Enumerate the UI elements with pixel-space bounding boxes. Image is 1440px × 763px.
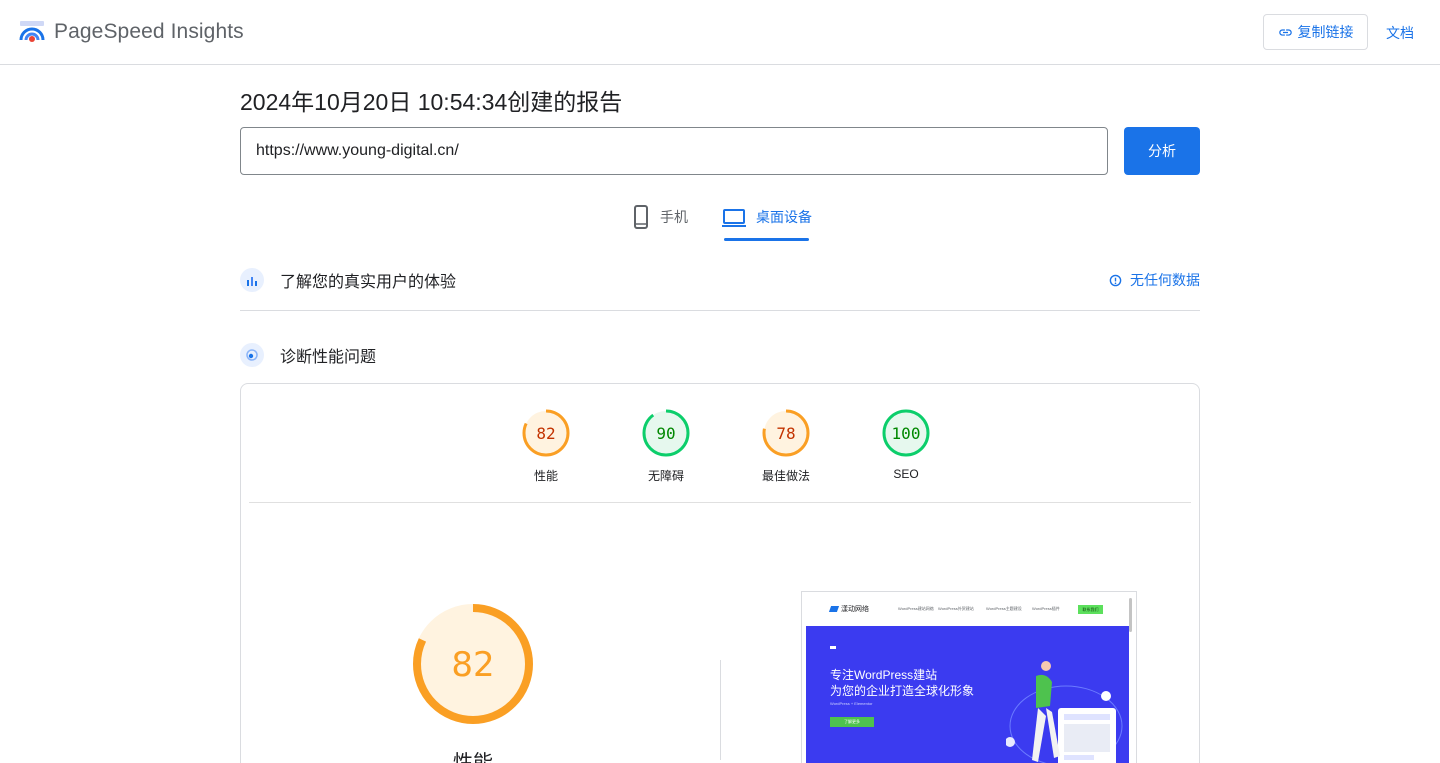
link-icon bbox=[1278, 28, 1292, 36]
pagespeed-logo-icon bbox=[19, 21, 45, 42]
screenshot-nav-item: WordPress建站网络 bbox=[898, 606, 934, 611]
crux-title: 了解您的真实用户的体验 bbox=[280, 274, 457, 291]
score-gauge-label: SEO bbox=[893, 467, 919, 481]
performance-big-gauge-svg: 82 bbox=[413, 604, 533, 724]
hero-chip bbox=[830, 646, 836, 649]
score-gauge-ring: 82 bbox=[522, 409, 570, 457]
tab-mobile-label: 手机 bbox=[660, 209, 688, 225]
screenshot-cta: 联系我们 bbox=[1078, 605, 1103, 614]
score-gauge[interactable]: 82 性能 bbox=[511, 408, 581, 484]
brand-name: PageSpeed Insights bbox=[54, 20, 244, 43]
score-gauge-ring: 100 bbox=[882, 409, 930, 457]
screenshot-nav-item: WordPress插件 bbox=[1032, 606, 1060, 611]
screenshot-scrollbar bbox=[1129, 598, 1132, 632]
tab-desktop[interactable]: 桌面设备 bbox=[722, 203, 812, 243]
info-icon bbox=[1109, 274, 1122, 286]
performance-big-score: 82 bbox=[451, 645, 494, 685]
screenshot-nav-item: WordPress外贸建站 bbox=[938, 606, 974, 611]
score-gauge-value: 78 bbox=[776, 424, 795, 443]
docs-link[interactable]: 文档 bbox=[1386, 23, 1414, 43]
crux-section-header[interactable]: 了解您的真实用户的体验 无任何数据 bbox=[240, 267, 1200, 293]
gauges-divider bbox=[249, 502, 1191, 503]
crux-bar-chart-icon bbox=[240, 268, 264, 292]
score-gauge-value: 90 bbox=[656, 424, 675, 443]
laptop-icon bbox=[722, 209, 746, 227]
report-title: 2024年10月20日 10:54:34创建的报告 bbox=[240, 89, 623, 115]
no-data-notice[interactable]: 无任何数据 bbox=[1109, 270, 1200, 290]
screenshot-nav-item: WordPress主题建设 bbox=[986, 606, 1022, 611]
final-screenshot[interactable]: 漾动网络 WordPress建站网络 WordPress外贸建站 WordPre… bbox=[801, 591, 1137, 763]
hero-illustration bbox=[1006, 661, 1123, 763]
score-gauge-ring: 78 bbox=[762, 409, 810, 457]
tab-desktop-label: 桌面设备 bbox=[756, 209, 812, 225]
smartphone-icon bbox=[634, 205, 648, 229]
brand[interactable]: PageSpeed Insights bbox=[18, 14, 244, 50]
performance-big-label: 性能 bbox=[453, 752, 493, 763]
top-app-bar: PageSpeed Insights 复制链接 文档 bbox=[0, 0, 1440, 65]
score-gauge-label: 性能 bbox=[533, 469, 558, 483]
score-gauge-ring: 90 bbox=[642, 409, 690, 457]
url-input[interactable] bbox=[240, 127, 1108, 175]
score-gauge[interactable]: 90 无障碍 bbox=[631, 408, 701, 484]
score-gauge[interactable]: 78 最佳做法 bbox=[751, 408, 821, 484]
copy-link-button[interactable]: 复制链接 bbox=[1263, 14, 1368, 50]
score-gauge[interactable]: 100 SEO bbox=[871, 408, 941, 481]
hero-subheadline: 为您的企业打造全球化形象 bbox=[830, 684, 975, 698]
screenshot-logo: 漾动网络 bbox=[828, 604, 869, 614]
copy-link-label: 复制链接 bbox=[1297, 24, 1354, 40]
screenshot-navbar: 漾动网络 WordPress建站网络 WordPress外贸建站 WordPre… bbox=[802, 592, 1136, 625]
lighthouse-report-card: 82 性能 90 无障碍 78 最佳做法 100 SEO 82 性能 漾动网络 WordPre… bbox=[240, 383, 1200, 763]
hero-headline: 专注WordPress建站 bbox=[830, 668, 938, 682]
tab-mobile[interactable]: 手机 bbox=[632, 203, 688, 243]
active-tab-indicator bbox=[724, 238, 809, 241]
performance-big-gauge: 82 bbox=[411, 602, 535, 731]
analyze-button[interactable]: 分析 bbox=[1124, 127, 1200, 175]
screenshot-logo-mark-icon bbox=[828, 606, 840, 612]
screenshot-hero: 专注WordPress建站 为您的企业打造全球化形象 WordPress + E… bbox=[806, 626, 1129, 763]
score-gauge-value: 82 bbox=[536, 424, 555, 443]
section-divider bbox=[240, 310, 1200, 311]
diagnose-title: 诊断性能问题 bbox=[280, 349, 377, 366]
hero-small-text: WordPress + Elementor bbox=[830, 701, 873, 706]
hero-button: 了解更多 bbox=[830, 717, 874, 727]
lighthouse-target-icon bbox=[240, 343, 264, 367]
score-gauge-label: 最佳做法 bbox=[761, 469, 810, 483]
score-gauge-label: 无障碍 bbox=[647, 469, 684, 483]
screenshot-logo-text: 漾动网络 bbox=[841, 606, 869, 613]
score-gauge-value: 100 bbox=[892, 424, 921, 443]
no-data-label: 无任何数据 bbox=[1130, 272, 1200, 288]
diagnose-section-header: 诊断性能问题 bbox=[240, 342, 1200, 368]
vertical-divider bbox=[720, 660, 721, 760]
